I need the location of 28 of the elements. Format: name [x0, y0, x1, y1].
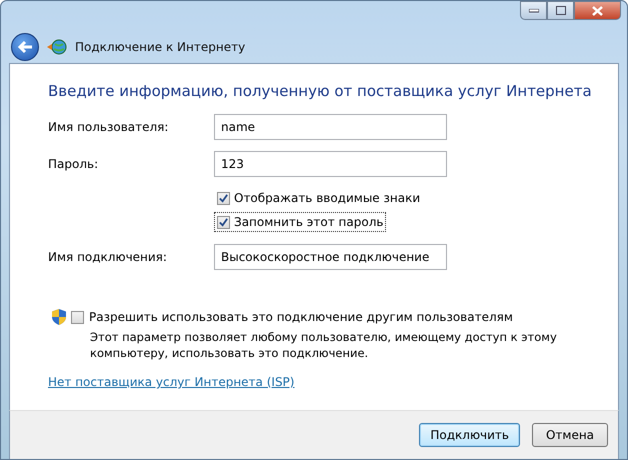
maximize-button[interactable]: [547, 1, 574, 20]
input-field[interactable]: 123: [214, 151, 447, 177]
isp-link[interactable]: Нет поставщика услуг Интернета (ISP): [48, 375, 294, 389]
checkbox-option[interactable]: Запомнить этот пароль: [214, 212, 386, 232]
close-button[interactable]: [574, 1, 621, 20]
dialog-button[interactable]: Подключить: [419, 423, 520, 447]
window-title: Подключение к Интернету: [75, 40, 246, 54]
shield-icon: [52, 309, 66, 325]
input-field[interactable]: name: [214, 114, 447, 140]
field-label: Пароль:: [48, 157, 100, 171]
back-arrow-icon: [17, 40, 33, 54]
dialog-button[interactable]: Отмена: [532, 423, 608, 447]
checkbox-label[interactable]: Разрешить использовать это подключение другим пользователям: [89, 310, 513, 324]
checkbox[interactable]: [217, 216, 230, 228]
close-icon: [592, 6, 603, 16]
checkbox[interactable]: [217, 192, 230, 204]
field-label: Имя пользователя:: [48, 120, 170, 134]
instruction-heading: Введите информацию, полученную от поставщика услуг Интернета: [48, 82, 593, 100]
globe-icon: [47, 39, 67, 55]
input-field[interactable]: Высокоскоростное подключение: [214, 244, 447, 270]
maximize-icon: [556, 6, 566, 15]
minimize-button[interactable]: [520, 1, 547, 20]
checkbox[interactable]: [71, 310, 84, 324]
back-button[interactable]: [11, 33, 39, 61]
minimize-icon: [528, 8, 538, 12]
field-label: Имя подключения:: [48, 250, 168, 264]
checkbox-option[interactable]: Отображать вводимые знаки: [214, 188, 424, 208]
description-text: Этот параметр позволяет любому пользователю, имеющему доступ к этому компьютеру, использовать это подключение.: [90, 329, 558, 361]
